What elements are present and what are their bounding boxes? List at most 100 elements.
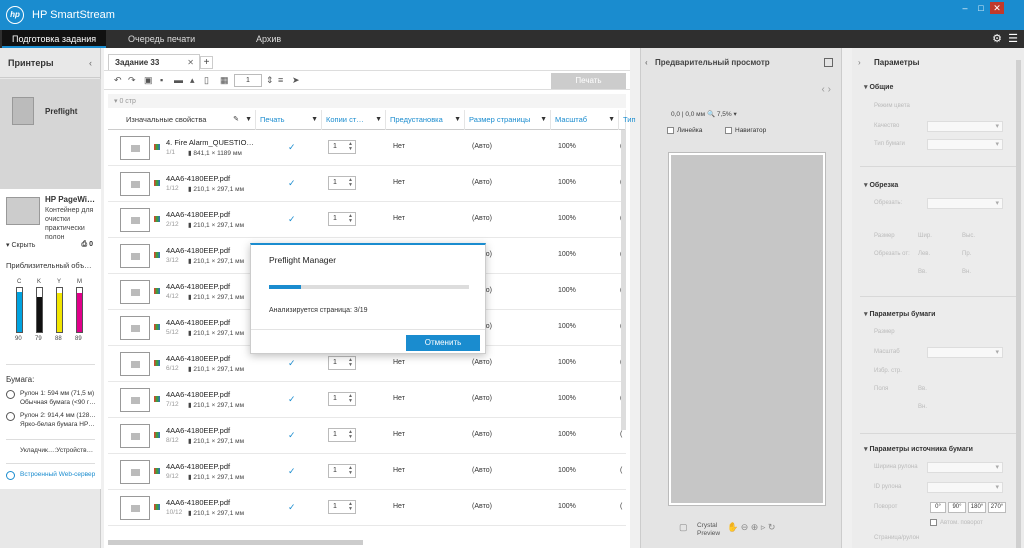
pin-icon[interactable]: ✎ <box>233 110 239 130</box>
next-page-icon[interactable]: › <box>828 84 831 95</box>
undo-icon[interactable]: ↶ <box>114 75 122 86</box>
printer-card[interactable]: HP PageWi… Контейнер для очистки практич… <box>0 189 101 489</box>
scale-cell[interactable]: 100% <box>558 431 576 438</box>
stepper-arrows-icon[interactable]: ▲▼ <box>348 430 353 440</box>
copies-stepper[interactable]: 1 ▲▼ <box>328 212 356 226</box>
gear-icon[interactable]: ⚙ <box>992 32 1002 45</box>
print-check-icon[interactable]: ✓ <box>288 142 296 153</box>
tab-job-prep[interactable]: Подготовка задания <box>2 30 107 48</box>
copies-stepper[interactable]: 1 ▲▼ <box>328 176 356 190</box>
col-copies[interactable]: Копии ст… ▼ <box>322 110 386 130</box>
add-file-icon[interactable]: ▣ <box>144 75 153 86</box>
rotate-90-button[interactable]: 90° <box>948 502 966 513</box>
tab-archive[interactable]: Архив <box>246 30 291 48</box>
roll-width-dropdown[interactable] <box>927 462 1003 473</box>
scale-cell[interactable]: 100% <box>558 359 576 366</box>
print-icon[interactable]: ▬ <box>174 75 183 85</box>
section-paper[interactable]: Параметры бумаги <box>864 310 935 318</box>
scale-cell[interactable]: 100% <box>558 467 576 474</box>
table-row[interactable]: 4AA6-4180EEP.pdf 7/12 ▮ 210,1 × 297,1 мм ✓ 1… <box>108 382 626 418</box>
section-source[interactable]: Параметры источника бумаги <box>864 445 973 453</box>
paper-type-dropdown[interactable] <box>927 139 1003 150</box>
col-preset[interactable]: Предустановка ▼ <box>386 110 465 130</box>
section-general[interactable]: Общие <box>864 83 893 91</box>
preset-cell[interactable]: Нет <box>393 431 405 438</box>
filter-icon[interactable]: ▼ <box>454 110 461 130</box>
page-number-input[interactable]: 1 <box>234 74 262 87</box>
copies-stepper[interactable]: 1 ▲▼ <box>328 356 356 370</box>
zoom-select[interactable]: 7,5% <box>717 111 732 118</box>
send-icon[interactable]: ➤ <box>292 75 300 86</box>
close-button[interactable]: ✕ <box>990 2 1004 14</box>
navigator-checkbox[interactable]: Навигатор <box>725 127 766 134</box>
preset-cell[interactable]: Нет <box>393 359 405 366</box>
copies-stepper[interactable]: 1 ▲▼ <box>328 140 356 154</box>
print-check-icon[interactable]: ✓ <box>288 394 296 405</box>
copies-stepper[interactable]: 1 ▲▼ <box>328 428 356 442</box>
scale-cell[interactable]: 100% <box>558 287 576 294</box>
filter-icon[interactable]: ▼ <box>608 110 615 130</box>
zoom-icon[interactable]: 🔍 <box>707 111 715 118</box>
close-tab-icon[interactable]: ✕ <box>187 58 194 67</box>
preset-cell[interactable]: Нет <box>393 503 405 510</box>
add-tab-button[interactable]: + <box>200 56 213 69</box>
save-icon[interactable]: ▪ <box>160 75 163 85</box>
section-crop[interactable]: Обрезка <box>864 181 898 189</box>
cancel-button[interactable]: Отменить <box>406 335 480 351</box>
tab-print-queue[interactable]: Очередь печати <box>118 30 205 48</box>
preset-cell[interactable]: Нет <box>393 395 405 402</box>
stepper-icon[interactable]: ⇕ <box>266 75 274 86</box>
col-type[interactable]: Тип <box>619 110 636 130</box>
preset-cell[interactable]: Нет <box>393 143 405 150</box>
page-size-cell[interactable]: (Авто) <box>472 359 492 366</box>
hand-icon[interactable]: ✋ <box>727 522 738 532</box>
rotate-0-button[interactable]: 0° <box>930 502 946 513</box>
job-tab[interactable]: Задание 33 ✕ <box>108 54 200 70</box>
chevron-right-icon[interactable]: › <box>858 48 861 78</box>
scale-cell[interactable]: 100% <box>558 251 576 258</box>
alert-icon[interactable]: ▴ <box>190 75 195 86</box>
scale-cell[interactable]: 100% <box>558 215 576 222</box>
redo-icon[interactable]: ↷ <box>128 75 136 86</box>
copies-stepper[interactable]: 1 ▲▼ <box>328 464 356 478</box>
crystal-preview-label[interactable]: Crystal Preview <box>697 522 721 538</box>
page-size-cell[interactable]: (Авто) <box>472 395 492 402</box>
scale-cell[interactable]: 100% <box>558 323 576 330</box>
list-icon[interactable]: ≡ <box>278 75 283 85</box>
rotate-270-button[interactable]: 270° <box>988 502 1006 513</box>
vertical-scrollbar[interactable] <box>621 130 626 430</box>
print-check-icon[interactable]: ✓ <box>288 466 296 477</box>
preset-cell[interactable]: Нет <box>393 215 405 222</box>
page-size-cell[interactable]: (Авто) <box>472 467 492 474</box>
quality-dropdown[interactable] <box>927 121 1003 132</box>
stepper-arrows-icon[interactable]: ▲▼ <box>348 214 353 224</box>
stepper-arrows-icon[interactable]: ▲▼ <box>348 502 353 512</box>
roll-id-dropdown[interactable] <box>927 482 1003 493</box>
filter-icon[interactable]: ▼ <box>311 110 318 130</box>
paper-scale-dropdown[interactable] <box>927 347 1003 358</box>
maximize-button[interactable]: □ <box>974 2 988 14</box>
stepper-arrows-icon[interactable]: ▲▼ <box>348 178 353 188</box>
clipboard-icon[interactable]: ▯ <box>204 75 209 86</box>
auto-rotate-checkbox[interactable]: Автом. поворот <box>930 519 983 526</box>
table-row[interactable]: 4AA6-4180EEP.pdf 1/12 ▮ 210,1 × 297,1 мм ✓ 1… <box>108 166 626 202</box>
table-row[interactable]: 4AA6-4180EEP.pdf 8/12 ▮ 210,1 × 297,1 мм ✓ 1… <box>108 418 626 454</box>
col-print[interactable]: Печать ▼ <box>256 110 322 130</box>
prev-page-icon[interactable]: ‹ <box>822 84 825 95</box>
table-row[interactable]: 4. Fire Alarm_QUESTIO… 1/1 ▮ 841,1 × 1189 … <box>108 130 626 166</box>
preview-canvas[interactable] <box>669 153 825 505</box>
col-page-size[interactable]: Размер страницы ▼ <box>465 110 551 130</box>
preset-cell[interactable]: Нет <box>393 467 405 474</box>
filter-icon[interactable]: ▼ <box>540 110 547 130</box>
crop-dropdown[interactable] <box>927 198 1003 209</box>
hamburger-icon[interactable]: ☰ <box>1008 32 1018 45</box>
zoom-in-icon[interactable]: ⊕ <box>751 522 759 532</box>
ruler-checkbox[interactable]: Линейка <box>667 127 702 134</box>
chevron-left-icon[interactable]: ‹ <box>645 48 648 78</box>
copies-stepper[interactable]: 1 ▲▼ <box>328 500 356 514</box>
stepper-arrows-icon[interactable]: ▲▼ <box>348 466 353 476</box>
copies-stepper[interactable]: 1 ▲▼ <box>328 392 356 406</box>
stepper-arrows-icon[interactable]: ▲▼ <box>348 142 353 152</box>
minimize-button[interactable]: – <box>958 2 972 14</box>
grid-icon[interactable]: ▦ <box>220 75 229 86</box>
